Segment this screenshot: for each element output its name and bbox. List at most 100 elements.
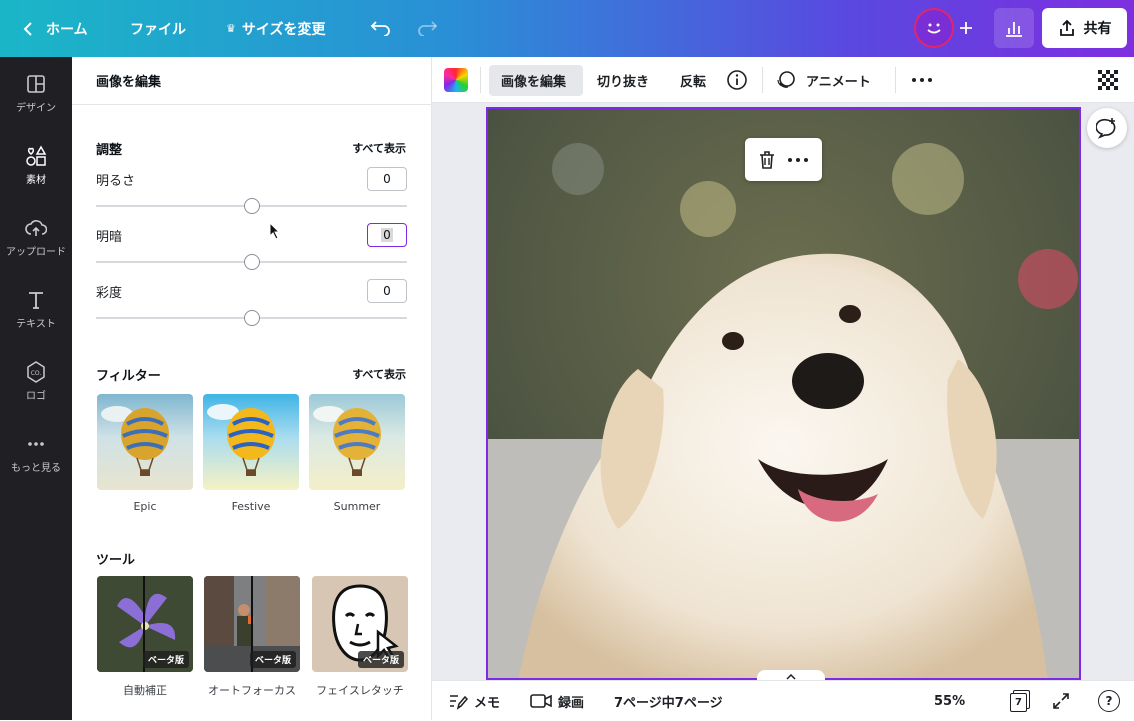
brightness-label: 明るさ xyxy=(96,174,136,189)
resize-button[interactable]: ♛ サイズを変更 xyxy=(226,0,325,57)
tool-face-retouch[interactable]: ベータ版 xyxy=(312,576,408,672)
context-toolbar: 画像を編集 切り抜き 反転 アニメート xyxy=(432,57,1134,103)
filter-label-festive: Festive xyxy=(231,500,271,513)
filter-label-summer: Summer xyxy=(333,500,381,513)
grid-view-button[interactable]: 7 xyxy=(1010,681,1030,721)
more-options-button[interactable] xyxy=(911,57,933,103)
record-button[interactable]: 録画 xyxy=(530,681,584,721)
rail-item-more[interactable]: もっと見る xyxy=(0,423,72,483)
dog-photo[interactable] xyxy=(486,107,1081,680)
add-comment-button[interactable] xyxy=(1087,108,1127,148)
rail-item-uploads[interactable]: アップロード xyxy=(0,207,72,267)
logo-icon: CO. xyxy=(27,360,45,383)
undo-icon xyxy=(370,21,390,36)
notes-button[interactable]: メモ xyxy=(448,681,500,721)
tool-autofocus[interactable]: ベータ版 xyxy=(204,576,300,672)
crop-button[interactable]: 切り抜き xyxy=(597,57,649,103)
animate-button[interactable]: アニメート xyxy=(776,57,871,103)
adjust-show-all-link[interactable]: すべて表示 xyxy=(352,140,406,156)
beta-badge: ベータ版 xyxy=(357,651,404,668)
edit-image-panel: 画像を編集 調整 すべて表示 明るさ 0 明暗 0 彩度 0 フィルター すべて… xyxy=(72,57,432,720)
rail-label: もっと見る xyxy=(11,462,61,474)
checkerboard-icon xyxy=(1098,70,1118,90)
contrast-input[interactable]: 0 xyxy=(367,223,407,247)
add-collaborator-button[interactable] xyxy=(948,8,984,48)
redo-icon xyxy=(418,21,438,36)
filter-label-epic: Epic xyxy=(133,500,157,513)
balloon-image xyxy=(313,406,381,476)
tool-label-autofocus: オートフォーカス xyxy=(208,684,296,697)
page-indicator: 7ページ中7ページ xyxy=(614,695,723,711)
filter-thumb-epic[interactable] xyxy=(97,394,193,490)
filters-show-all-link[interactable]: すべて表示 xyxy=(352,366,406,382)
help-icon: ? xyxy=(1098,690,1120,712)
balloon-image xyxy=(101,406,169,476)
more-horizontal-icon[interactable] xyxy=(787,157,809,163)
animate-label: アニメート xyxy=(806,74,871,90)
filter-thumb-festive[interactable] xyxy=(203,394,299,490)
flip-button[interactable]: 反転 xyxy=(680,57,706,103)
layout-icon xyxy=(27,74,45,93)
info-icon xyxy=(727,70,747,90)
rail-label: デザイン xyxy=(16,102,56,114)
color-picker-button[interactable] xyxy=(444,68,468,92)
saturation-label: 彩度 xyxy=(96,286,123,301)
record-label: 録画 xyxy=(558,695,585,711)
home-label: ホーム xyxy=(46,21,88,38)
expand-icon xyxy=(1053,693,1069,709)
rail-item-logos[interactable]: CO. ロゴ xyxy=(0,351,72,411)
beta-badge: ベータ版 xyxy=(249,651,296,668)
redo-button[interactable] xyxy=(407,8,447,48)
bottom-bar: メモ 録画 7ページ中7ページ 55% 7 ? xyxy=(432,680,1134,720)
fullscreen-button[interactable] xyxy=(1052,681,1070,721)
tool-auto-enhance[interactable]: ベータ版 xyxy=(97,576,193,672)
rail-item-design[interactable]: デザイン xyxy=(0,63,72,123)
brightness-input[interactable]: 0 xyxy=(367,167,407,191)
pages-stack-icon: 7 xyxy=(1010,690,1030,712)
tool-label-face-retouch: フェイスレタッチ xyxy=(316,684,404,697)
filters-title: フィルター xyxy=(96,369,161,384)
home-button[interactable]: ホーム xyxy=(22,0,88,57)
share-icon xyxy=(1059,19,1074,36)
divider xyxy=(480,67,481,93)
contrast-value: 0 xyxy=(381,228,393,242)
panel-title: 画像を編集 xyxy=(72,57,431,105)
tool-label-auto-enhance: 自動補正 xyxy=(123,684,167,697)
rail-label: テキスト xyxy=(16,318,56,330)
undo-button[interactable] xyxy=(361,8,401,48)
more-icon xyxy=(28,441,44,446)
rail-label: アップロード xyxy=(6,246,66,258)
transparency-button[interactable] xyxy=(1098,57,1118,103)
share-button[interactable]: 共有 xyxy=(1042,8,1127,48)
svg-text:CO.: CO. xyxy=(31,370,42,377)
file-menu-button[interactable]: ファイル xyxy=(130,0,186,57)
mouse-cursor-icon xyxy=(269,222,281,240)
filter-thumb-summer[interactable] xyxy=(309,394,405,490)
divider xyxy=(762,67,763,93)
comment-plus-icon xyxy=(1096,118,1116,139)
chevron-left-icon xyxy=(23,21,32,36)
contrast-slider-handle[interactable] xyxy=(244,254,260,270)
text-icon xyxy=(29,291,43,309)
element-quick-actions xyxy=(745,138,822,181)
plus-icon xyxy=(960,22,972,34)
rail-item-text[interactable]: テキスト xyxy=(0,279,72,339)
resize-label: サイズを変更 xyxy=(241,21,326,38)
saturation-slider-handle[interactable] xyxy=(244,310,260,326)
brightness-slider-handle[interactable] xyxy=(244,198,260,214)
insights-button[interactable] xyxy=(994,8,1034,48)
zoom-level[interactable]: 55% xyxy=(934,681,965,721)
info-button[interactable] xyxy=(726,57,748,103)
rail-item-elements[interactable]: 素材 xyxy=(0,135,72,195)
saturation-input[interactable]: 0 xyxy=(367,279,407,303)
edit-image-button[interactable]: 画像を編集 xyxy=(501,57,566,103)
tools-title: ツール xyxy=(96,553,136,568)
adjust-title: 調整 xyxy=(96,143,123,158)
rail-label: ロゴ xyxy=(26,390,46,402)
contrast-label: 明暗 xyxy=(96,230,123,245)
animate-icon xyxy=(777,71,795,88)
trash-icon[interactable] xyxy=(758,150,776,170)
help-button[interactable]: ? xyxy=(1098,681,1120,721)
video-camera-icon xyxy=(530,694,552,708)
notes-label: メモ xyxy=(474,695,501,711)
